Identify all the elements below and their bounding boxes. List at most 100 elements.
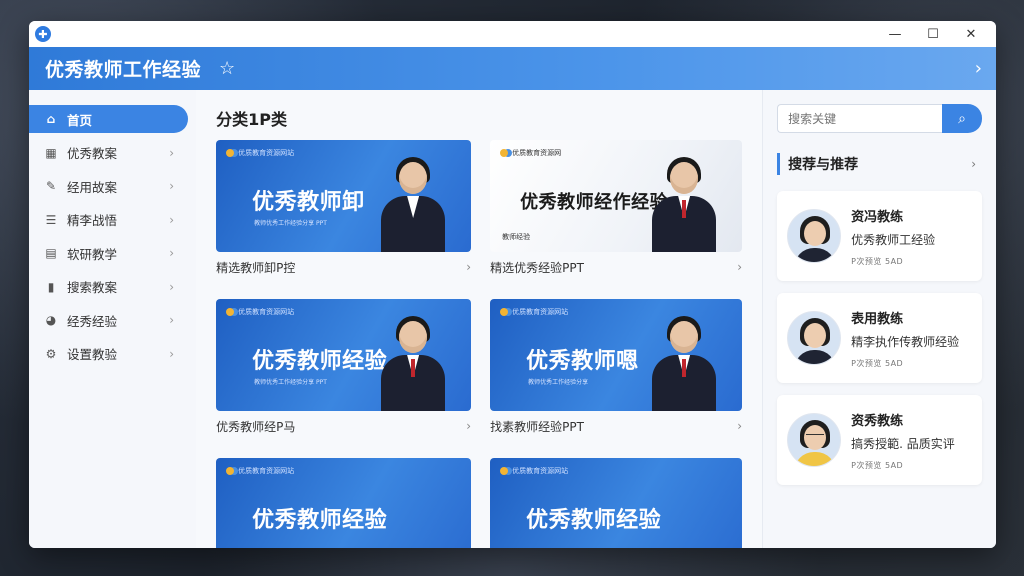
sidebar-item-settings[interactable]: ⚙ 设置教验 › [29, 340, 188, 368]
thumb-heading: 优秀教师经作经验 [520, 192, 669, 213]
thumb-brand-text: 优质教育资源网站 [512, 467, 569, 475]
content-body: ⌂ 首页 ▦ 优秀教案 › ✎ 经用故案 › ☰ 精李战悟 › ▤ 软研教学 › [29, 90, 996, 548]
recommend-card[interactable]: 资冯教练 优秀教师工经验 P次预览 5AD [777, 191, 982, 281]
recommend-card[interactable]: 表用教练 精李执作传教师经验 P次预览 5AD [777, 293, 982, 383]
grid-icon: ▦ [45, 145, 57, 160]
chevron-right-icon[interactable]: › [466, 260, 471, 274]
ppt-card[interactable]: 优质教育资源网站 优秀教师卸 教师优秀工作经验分享 PPT 精选教师卸P控 › [216, 140, 472, 282]
sidebar: ⌂ 首页 ▦ 优秀教案 › ✎ 经用故案 › ☰ 精李战悟 › ▤ 软研教学 › [29, 90, 197, 548]
app-window: ✚ — ☐ ✕ 优秀教师工作经验 ☆ › ⌂ 首页 ▦ 优秀教案 › ✎ 经用故… [29, 21, 996, 548]
thumb-heading: 优秀教师卸 [252, 190, 365, 215]
ppt-card[interactable]: 优质教育资源网站 优秀教师经验 [216, 458, 472, 548]
recommend-text: 表用教练 精李执作传教师经验 P次预览 5AD [851, 308, 959, 369]
sidebar-item-experience[interactable]: ◕ 经秀经验 › [29, 306, 188, 334]
thumb-heading: 优秀教师经验 [526, 508, 662, 533]
search-input[interactable] [777, 104, 942, 133]
chevron-right-icon: › [169, 279, 175, 294]
thumb-brand: 优质教育资源网站 [226, 148, 294, 158]
sidebar-item-search[interactable]: ▮ 搜索教案 › [29, 273, 188, 301]
chevron-right-icon: › [169, 346, 175, 361]
sidebar-item-strategy[interactable]: ☰ 精李战悟 › [29, 206, 188, 234]
ppt-card[interactable]: 优质教育资源网站 优秀教师嗯 教师优秀工作经验分享 找素教师经验PPT › [490, 299, 743, 441]
card-thumbnail: 优质教育资源网站 优秀教师卸 教师优秀工作经验分享 PPT [216, 140, 472, 252]
card-thumbnail: 优质教育资源网站 优秀教师经验 [490, 458, 743, 548]
book-icon: ▮ [47, 279, 55, 294]
minimize-icon[interactable]: — [876, 22, 914, 46]
recommend-text: 资冯教练 优秀教师工经验 P次预览 5AD [851, 206, 935, 267]
app-logo-icon: ✚ [35, 26, 51, 42]
search-icon[interactable]: ⌕ [942, 104, 982, 133]
star-icon[interactable]: ☆ [219, 58, 235, 79]
home-icon: ⌂ [46, 112, 56, 126]
recommend-meta: P次预览 5AD [851, 256, 904, 266]
card-meta: 优秀教师经P马 › [216, 411, 471, 441]
sidebar-item-home[interactable]: ⌂ 首页 [29, 105, 189, 133]
sidebar-item-label: 设置教验 [67, 347, 118, 362]
ppt-card[interactable]: 优质教育资源网 优秀教师经作经验 教师经验 精选优秀经验PPT › [490, 140, 743, 282]
recommend-desc: 精李执作传教师经验 [851, 334, 960, 349]
card-caption: 找素教师经验PPT [490, 419, 584, 434]
sidebar-item-excellent-plans[interactable]: ▦ 优秀教案 › [29, 139, 188, 167]
right-panel: ⌕ 搜荐与推荐 › 资冯教练 优秀教师工经验 P次预览 5AD 表用教练 精李执… [762, 90, 996, 548]
teacher-photo [377, 156, 449, 252]
avatar [787, 311, 842, 365]
chevron-right-icon[interactable]: › [466, 419, 471, 433]
brand-logo-icon [500, 308, 509, 316]
thumb-heading: 优秀教师嗯 [526, 349, 639, 374]
sidebar-item-research[interactable]: ▤ 软研教学 › [29, 239, 188, 267]
teacher-photo [648, 156, 720, 252]
card-meta: 精选教师卸P控 › [216, 252, 471, 282]
brand-logo-icon [226, 308, 235, 316]
sidebar-item-label: 经用故案 [67, 179, 118, 195]
chevron-right-icon[interactable]: › [737, 419, 742, 433]
thumb-brand-text: 优质教育资源网站 [238, 467, 295, 475]
recommend-name: 资冯教练 [851, 209, 904, 225]
card-caption: 优秀教师经P马 [216, 419, 296, 434]
sidebar-item-label: 首页 [67, 112, 93, 128]
sidebar-item-label: 软研教学 [67, 246, 118, 262]
brand-logo-icon [500, 467, 509, 475]
sidebar-item-label: 精李战悟 [67, 213, 118, 228]
thumb-brand: 优质教育资源网站 [226, 466, 294, 476]
title-bar: ✚ — ☐ ✕ [29, 21, 996, 47]
teacher-photo [648, 315, 720, 411]
maximize-icon[interactable]: ☐ [914, 22, 952, 46]
recommend-desc: 搞秀授範. 品质实评 [851, 436, 955, 451]
chevron-right-icon[interactable]: › [975, 58, 982, 79]
window-controls: — ☐ ✕ [876, 22, 990, 46]
ppt-card[interactable]: 优质教育资源网站 优秀教师经验 教师优秀工作经验分享 PPT 优秀教师经P马 › [216, 299, 472, 441]
thumb-brand-text: 优质教育资源网站 [238, 308, 295, 316]
chevron-right-icon[interactable]: › [737, 260, 742, 274]
main-content: 分类1P类 优质教育资源网站 优秀教师卸 教师优秀工作经验分享 PPT 精选教师… [196, 90, 763, 548]
card-meta: 精选优秀经验PPT › [490, 252, 742, 282]
section-title: 分类1P类 [216, 110, 287, 129]
recommend-name: 表用教练 [851, 311, 904, 327]
card-thumbnail: 优质教育资源网 优秀教师经作经验 教师经验 [490, 140, 743, 252]
card-thumbnail: 优质教育资源网站 优秀教师经验 [216, 458, 472, 548]
recommend-card[interactable]: 资秀教练 搞秀授範. 品质实评 P次预览 5AD [777, 395, 982, 485]
recommend-header: 搜荐与推荐 › [777, 153, 982, 175]
card-thumbnail: 优质教育资源网站 优秀教师经验 教师优秀工作经验分享 PPT [216, 299, 472, 411]
chevron-right-icon[interactable]: › [971, 157, 982, 171]
avatar [787, 413, 842, 467]
app-header: 优秀教师工作经验 ☆ › [29, 47, 996, 90]
thumb-brand: 优质教育资源网站 [500, 466, 568, 476]
sidebar-item-label: 搜索教案 [67, 280, 118, 295]
card-meta: 找素教师经验PPT › [490, 411, 742, 441]
close-icon[interactable]: ✕ [952, 22, 990, 46]
search-bar: ⌕ [777, 104, 982, 133]
gear-icon: ⚙ [45, 346, 57, 361]
brand-logo-icon [500, 149, 509, 157]
teacher-photo [377, 315, 449, 411]
sidebar-item-label: 优秀教案 [67, 146, 118, 161]
ppt-card[interactable]: 优质教育资源网站 优秀教师经验 [490, 458, 743, 548]
thumb-brand-text: 优质教育资源网站 [512, 308, 569, 316]
card-grid: 优质教育资源网站 优秀教师卸 教师优秀工作经验分享 PPT 精选教师卸P控 › … [216, 140, 743, 548]
sidebar-item-used-plans[interactable]: ✎ 经用故案 › [29, 172, 188, 200]
thumb-subtitle: 教师优秀工作经验分享 PPT [254, 379, 327, 386]
chevron-right-icon: › [169, 145, 175, 160]
sidebar-item-label: 经秀经验 [67, 313, 118, 329]
recommend-title: 搜荐与推荐 [788, 157, 859, 173]
chevron-right-icon: › [169, 246, 175, 260]
thumb-subtitle: 教师优秀工作经验分享 [528, 379, 589, 386]
